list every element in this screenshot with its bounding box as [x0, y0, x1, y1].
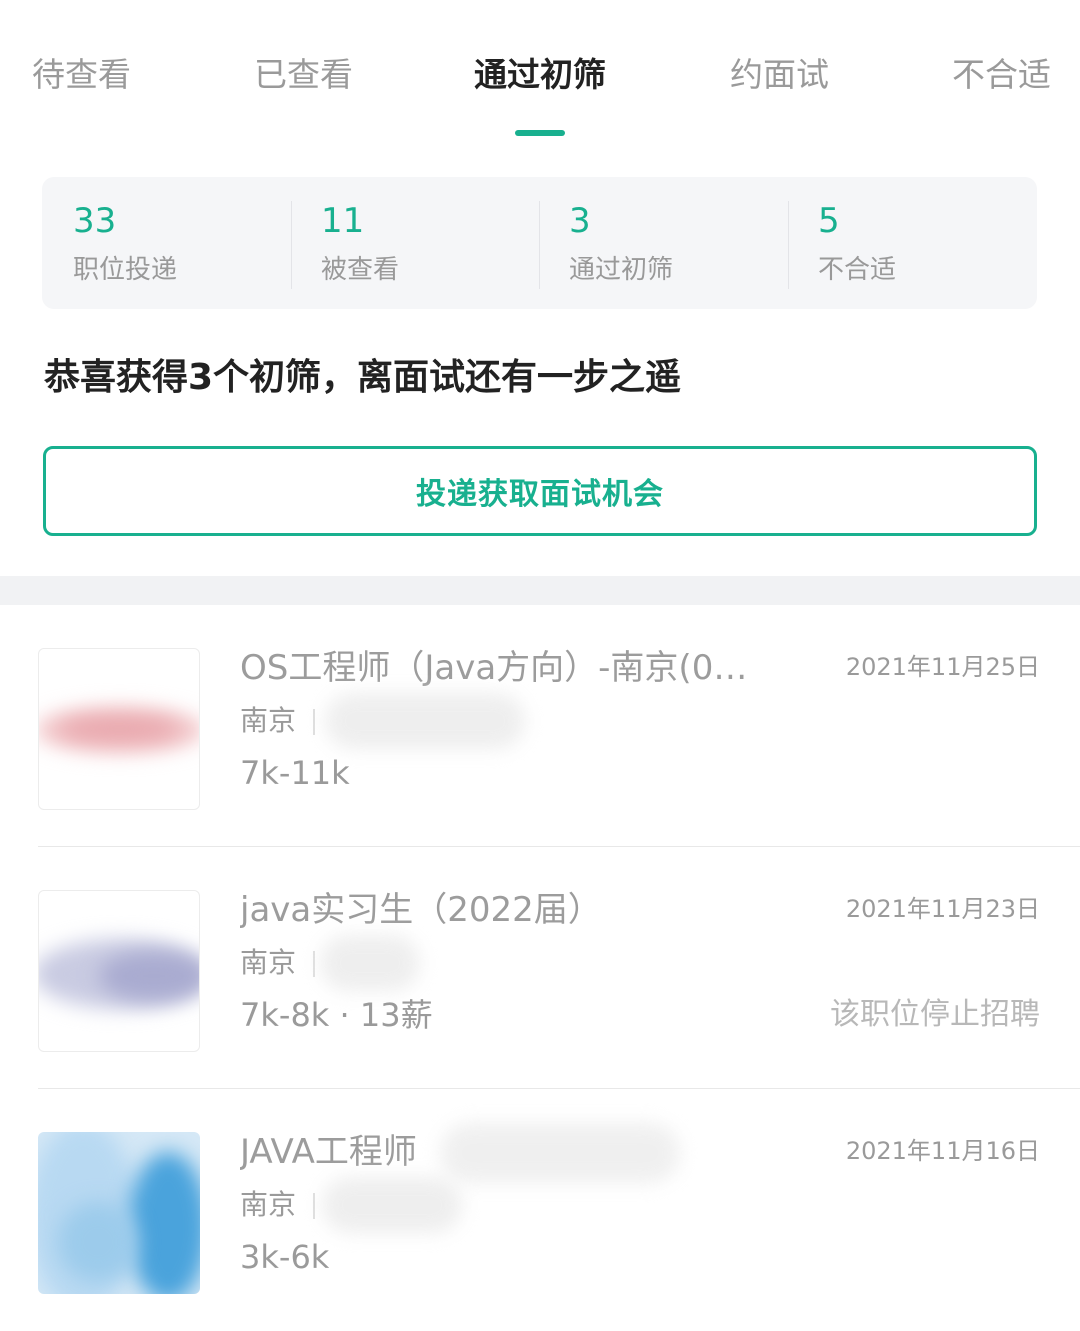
job-city: 南京	[240, 1188, 297, 1221]
job-salary: 7k-8k · 13薪	[240, 996, 433, 1034]
tab-pending[interactable]: 待查看	[32, 52, 131, 98]
job-city: 南京	[240, 946, 297, 979]
tab-passed-screening[interactable]: 通过初筛	[474, 52, 606, 98]
congrats-headline: 恭喜获得3个初筛，离面试还有一步之遥	[44, 357, 682, 398]
cta-label: 投递获取面试机会	[416, 477, 664, 512]
job-title: OS工程师（Java方向）-南京(0…	[240, 648, 748, 688]
stat-viewed[interactable]: 11 被查看	[290, 177, 538, 309]
redacted-company-name	[322, 1177, 462, 1233]
stat-label: 通过初筛	[569, 255, 674, 285]
job-status: 该职位停止招聘	[830, 997, 1040, 1032]
active-tab-indicator	[515, 130, 565, 136]
meta-separator	[313, 951, 315, 977]
meta-separator	[313, 709, 315, 735]
stat-label: 被查看	[321, 255, 400, 285]
stat-count: 11	[321, 201, 365, 241]
stats-card: 33 职位投递 11 被查看 3 通过初筛 5 不合适	[42, 177, 1037, 309]
redacted-title-suffix	[440, 1123, 680, 1183]
job-date: 2021年11月25日	[845, 653, 1040, 681]
redacted-company-name	[320, 935, 420, 991]
stat-count: 3	[569, 201, 591, 241]
job-title: JAVA工程师	[240, 1132, 417, 1172]
stat-count: 5	[818, 201, 840, 241]
job-city: 南京	[240, 704, 297, 737]
stat-label: 不合适	[818, 255, 897, 285]
stat-passed[interactable]: 3 通过初筛	[538, 177, 786, 309]
job-date: 2021年11月23日	[845, 895, 1040, 923]
section-separator	[0, 576, 1080, 605]
company-logo	[38, 890, 200, 1052]
stat-label: 职位投递	[73, 255, 178, 285]
job-list-item[interactable]: JAVA工程师 2021年11月16日 南京 3k-6k	[0, 1089, 1080, 1331]
redacted-company-name	[325, 693, 525, 749]
tab-viewed[interactable]: 已查看	[254, 52, 353, 98]
status-tabs: 待查看 已查看 通过初筛 约面试 不合适	[0, 0, 1080, 150]
stat-count: 33	[73, 201, 117, 241]
job-salary: 7k-11k	[240, 754, 350, 792]
tab-rejected[interactable]: 不合适	[952, 52, 1051, 98]
apply-for-interview-button[interactable]: 投递获取面试机会	[43, 446, 1037, 536]
stat-rejected[interactable]: 5 不合适	[787, 177, 1035, 309]
job-salary: 3k-6k	[240, 1238, 330, 1276]
meta-separator	[313, 1193, 315, 1219]
stat-applied[interactable]: 33 职位投递	[42, 177, 290, 309]
job-list-item[interactable]: java实习生（2022届） 2021年11月23日 南京 7k-8k · 13…	[0, 847, 1080, 1089]
job-list-item[interactable]: OS工程师（Java方向）-南京(0… 2021年11月25日 南京 7k-11…	[0, 605, 1080, 847]
company-logo	[38, 1132, 200, 1294]
job-date: 2021年11月16日	[845, 1137, 1040, 1165]
tab-interview[interactable]: 约面试	[730, 52, 829, 98]
job-title: java实习生（2022届）	[240, 890, 602, 930]
company-logo	[38, 648, 200, 810]
